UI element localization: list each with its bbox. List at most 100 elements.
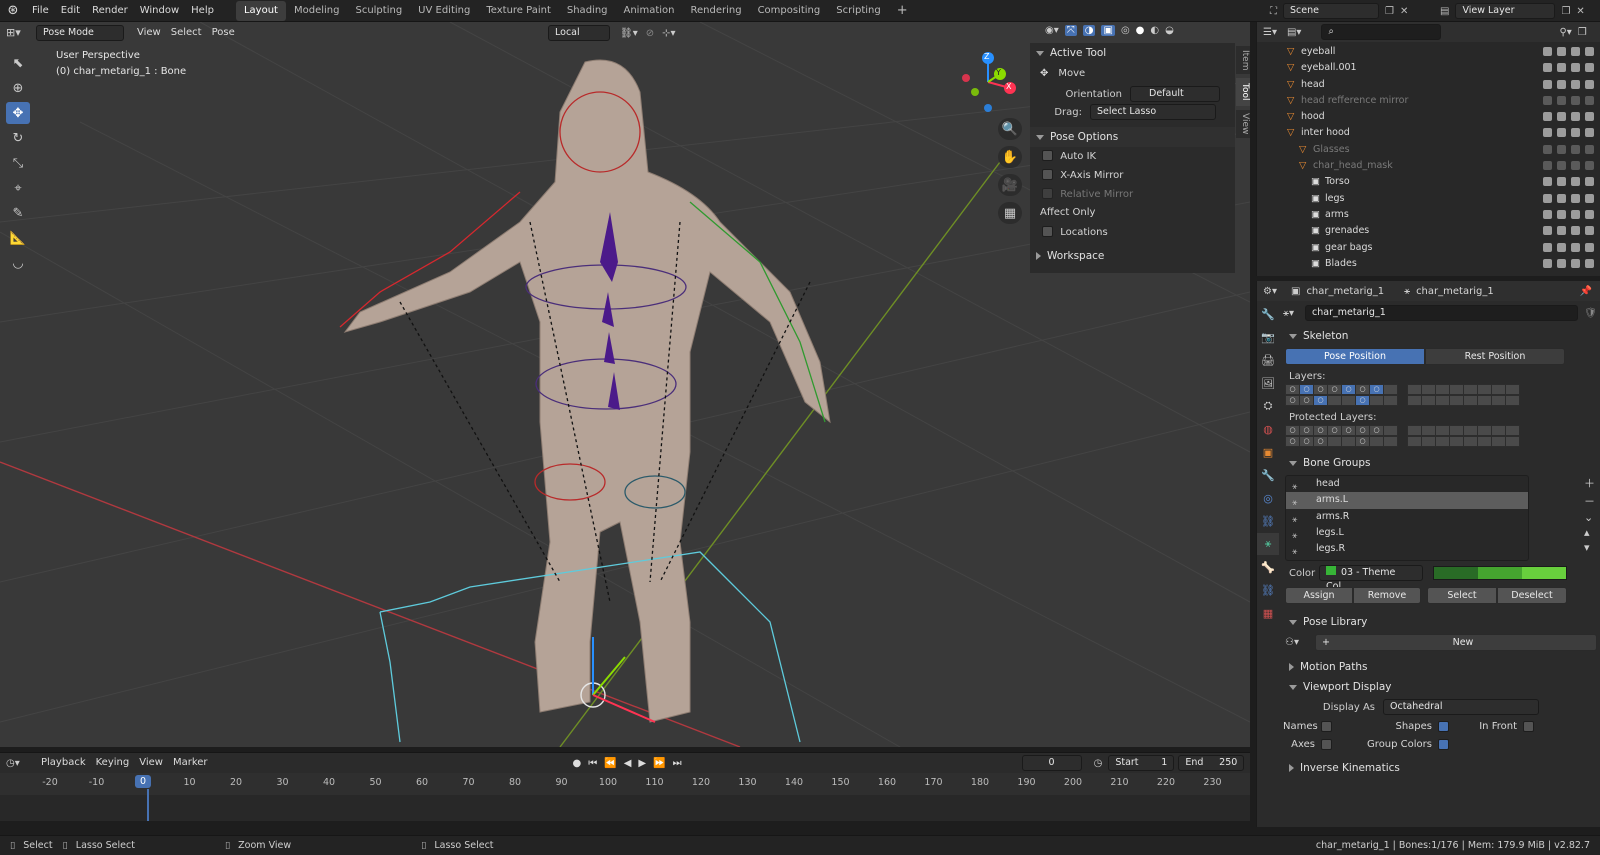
select-toggle-icon[interactable] xyxy=(1543,209,1552,219)
select-toggle-icon[interactable] xyxy=(1543,128,1552,138)
layer-toggle[interactable] xyxy=(1407,425,1422,436)
motion-paths-header[interactable]: Motion Paths xyxy=(1283,657,1597,677)
eye-toggle-icon[interactable] xyxy=(1557,161,1566,171)
pose-library-header[interactable]: Pose Library xyxy=(1283,612,1597,632)
render-toggle-icon[interactable] xyxy=(1585,95,1594,105)
remove-button[interactable]: Remove xyxy=(1353,587,1421,604)
layer-toggle[interactable]: ○ xyxy=(1341,425,1356,436)
eye-toggle-icon[interactable] xyxy=(1557,193,1566,203)
viewport-toggle-icon[interactable] xyxy=(1571,79,1580,89)
scale-tool-icon[interactable]: ⤡ xyxy=(6,152,30,174)
outliner-row[interactable]: ▽ Glasses xyxy=(1257,142,1600,158)
tab-item[interactable]: Item xyxy=(1236,46,1250,74)
eye-toggle-icon[interactable] xyxy=(1557,258,1566,268)
record-icon[interactable]: ● xyxy=(573,758,582,769)
x-axis-mirror-checkbox[interactable] xyxy=(1042,169,1053,180)
render-toggle-icon[interactable] xyxy=(1585,242,1594,252)
blender-logo-icon[interactable]: ⊛ xyxy=(0,3,26,18)
menu-window[interactable]: Window xyxy=(134,0,185,22)
layer-toggle[interactable] xyxy=(1491,425,1506,436)
layer-toggle[interactable] xyxy=(1477,436,1492,447)
select-toggle-icon[interactable] xyxy=(1543,63,1552,73)
render-toggle-icon[interactable] xyxy=(1585,144,1594,154)
layer-toggle[interactable]: ○ xyxy=(1299,395,1314,406)
select-tool-icon[interactable]: ⬉ xyxy=(6,52,30,74)
outliner-row[interactable]: ▽ hood xyxy=(1257,109,1600,125)
viewport-toggle-icon[interactable] xyxy=(1571,95,1580,105)
bone-group-item[interactable]: ⚹ legs.L xyxy=(1286,525,1528,541)
remove-view-layer-icon[interactable]: ✕ xyxy=(1576,6,1584,17)
texture-icon[interactable]: ▦ xyxy=(1257,602,1279,624)
auto-ik-checkbox[interactable] xyxy=(1042,150,1053,161)
timeline-ruler[interactable]: -20 -10 0 10 20 30 40 50 60 70 80 90 100 110 120 130 140… xyxy=(0,773,1250,795)
add-bone-group-icon[interactable]: ＋ xyxy=(1584,475,1595,491)
xray-icon[interactable]: ▣ xyxy=(1101,25,1115,36)
layer-toggle[interactable]: ○ xyxy=(1369,384,1384,395)
fake-user-icon[interactable]: 🛡 xyxy=(1584,308,1597,319)
deselect-button[interactable]: Deselect xyxy=(1497,587,1567,604)
add-workspace-button[interactable]: + xyxy=(889,1,916,21)
viewport-toggle-icon[interactable] xyxy=(1571,226,1580,236)
remove-bone-group-icon[interactable]: － xyxy=(1584,493,1595,509)
navigation-gizmo[interactable]: Z Y X xyxy=(960,52,1020,112)
annotate-tool-icon[interactable]: ✎ xyxy=(6,202,30,224)
render-toggle-icon[interactable] xyxy=(1585,47,1594,56)
pose-options-header[interactable]: Pose Options xyxy=(1030,127,1235,147)
visibility-toggles[interactable] xyxy=(1543,209,1594,219)
eye-toggle-icon[interactable] xyxy=(1557,144,1566,154)
render-toggle-icon[interactable] xyxy=(1585,177,1594,187)
viewport-toggle-icon[interactable] xyxy=(1571,128,1580,138)
layer-toggle[interactable]: ○ xyxy=(1285,425,1300,436)
layer-toggle[interactable] xyxy=(1407,384,1422,395)
protected-layers-grid-left[interactable]: ○ ○ ○ ○ ○ ○ ○ ○ ○ ○ ○ xyxy=(1285,425,1398,447)
viewport-toggle-icon[interactable] xyxy=(1571,193,1580,203)
render-toggle-icon[interactable] xyxy=(1585,226,1594,236)
menu-pose[interactable]: Pose xyxy=(207,24,240,42)
visibility-toggles[interactable] xyxy=(1543,193,1594,203)
layer-toggle[interactable]: ○ xyxy=(1299,384,1314,395)
layer-toggle[interactable]: ○ xyxy=(1313,425,1328,436)
display-mode-icon[interactable]: ▤▾ xyxy=(1287,27,1301,38)
select-toggle-icon[interactable] xyxy=(1543,79,1552,89)
material-shading-icon[interactable]: ◐ xyxy=(1150,25,1159,36)
active-tool-row[interactable]: ✥ Move xyxy=(1030,63,1235,83)
eye-toggle-icon[interactable] xyxy=(1557,242,1566,252)
layers-grid-right[interactable] xyxy=(1407,384,1520,406)
overlays-icon[interactable]: ◑ xyxy=(1082,25,1096,36)
preview-range-icon[interactable]: ◷ xyxy=(1094,758,1103,769)
layer-toggle[interactable] xyxy=(1463,436,1478,447)
select-toggle-icon[interactable] xyxy=(1543,95,1552,105)
timeline-track[interactable] xyxy=(0,795,1250,821)
tab-tool[interactable]: Tool xyxy=(1236,78,1250,106)
layer-toggle[interactable]: ○ xyxy=(1355,395,1370,406)
layer-toggle[interactable] xyxy=(1449,395,1464,406)
skeleton-header[interactable]: Skeleton xyxy=(1283,326,1597,346)
layer-toggle[interactable] xyxy=(1477,425,1492,436)
layer-toggle[interactable] xyxy=(1505,384,1520,395)
visibility-toggles[interactable] xyxy=(1543,63,1594,73)
render-toggle-icon[interactable] xyxy=(1585,209,1594,219)
eye-toggle-icon[interactable] xyxy=(1557,79,1566,89)
bone-groups-list[interactable]: ⚹ head ⚹ arms.L ⚹ arms.R ⚹ legs.L ⚹ legs.R xyxy=(1285,475,1529,561)
start-frame-field[interactable]: Start 1 xyxy=(1108,755,1175,771)
pose-library-browse-icon[interactable]: ⚇▾ xyxy=(1285,637,1315,648)
locations-row[interactable]: Locations xyxy=(1030,223,1235,242)
tab-view[interactable]: View xyxy=(1236,110,1250,138)
wireframe-shading-icon[interactable]: ◎ xyxy=(1121,25,1130,36)
tab-sculpting[interactable]: Sculpting xyxy=(347,1,410,21)
visibility-toggles[interactable] xyxy=(1543,161,1594,171)
group-colors-checkbox[interactable] xyxy=(1438,738,1449,750)
outliner-row[interactable]: ▣ legs xyxy=(1257,191,1600,207)
outliner-row[interactable]: ▽ inter hood xyxy=(1257,125,1600,141)
layer-toggle[interactable] xyxy=(1383,395,1398,406)
pan-hand-icon[interactable]: ✋ xyxy=(998,146,1022,168)
select-toggle-icon[interactable] xyxy=(1543,47,1552,56)
camera-icon[interactable]: 🎥 xyxy=(998,174,1022,196)
viewport-toggle-icon[interactable] xyxy=(1571,242,1580,252)
shapes-checkbox[interactable] xyxy=(1438,720,1449,732)
viewport-toggle-icon[interactable] xyxy=(1571,177,1580,187)
layer-toggle[interactable] xyxy=(1327,395,1342,406)
tab-layout[interactable]: Layout xyxy=(235,1,286,21)
layer-toggle[interactable] xyxy=(1477,395,1492,406)
snap-icon[interactable]: ⊘ xyxy=(646,28,654,39)
